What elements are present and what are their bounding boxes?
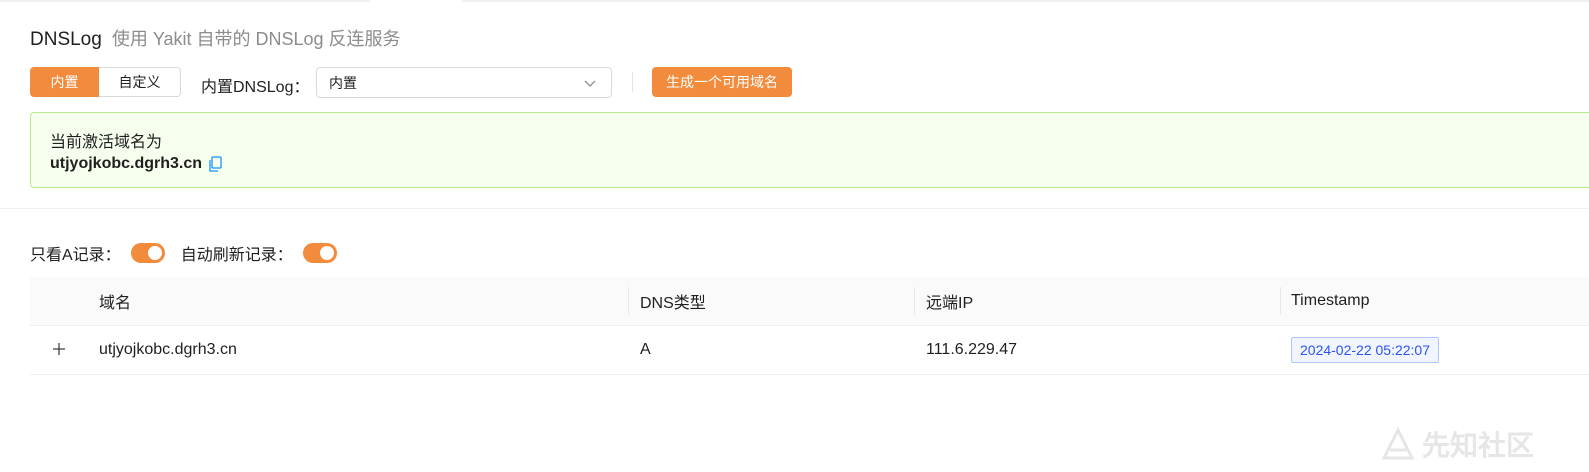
builtin-dnslog-select[interactable]: 内置 [316,67,612,98]
active-domain-row: utjyojkobc.dgrh3.cn [50,155,222,173]
mode-builtin-button[interactable]: 内置 [30,67,99,97]
row-domain: utjyojkobc.dgrh3.cn [99,341,237,358]
watermark: 先知社区 [1380,424,1534,464]
row-timestamp-cell: 2024-02-22 05:22:07 [1291,326,1439,374]
active-domain-alert: 当前激活域名为 utjyojkobc.dgrh3.cn [30,112,1589,188]
active-tab-indicator [370,0,462,2]
active-domain-value: utjyojkobc.dgrh3.cn [50,155,203,172]
page-header: DNSLog 使用 Yakit 自带的 DNSLog 反连服务 [30,25,401,51]
column-header-dns-type: DNS类型 [640,295,706,312]
auto-refresh-label: 自动刷新记录： [180,247,293,264]
column-header-domain: 域名 [99,295,132,312]
copy-icon[interactable] [208,155,222,173]
builtin-dnslog-select-value: 内置 [329,74,357,91]
column-separator [914,287,915,315]
table-header: 域名 DNS类型 远端IP Timestamp [30,277,1589,326]
watermark-logo-icon [1381,426,1415,460]
timestamp-tag: 2024-02-22 05:22:07 [1291,337,1439,363]
mode-custom-button[interactable]: 自定义 [99,67,181,97]
only-a-records-toggle[interactable] [130,243,165,263]
expand-plus-icon[interactable] [52,342,66,356]
column-separator [1280,287,1281,315]
generate-domain-button[interactable]: 生成一个可用域名 [652,67,792,97]
chevron-down-icon [584,80,596,87]
dnslog-mode-radio-group: 内置 自定义 [30,67,181,97]
toolbar-divider [632,72,633,92]
column-header-remote-ip: 远端IP [926,295,974,312]
watermark-text: 先知社区 [1422,430,1535,461]
auto-refresh-toggle[interactable] [302,243,337,263]
only-a-records-label: 只看A记录： [30,247,121,264]
record-filters: 只看A记录： 自动刷新记录： [30,241,353,265]
column-separator [628,287,629,315]
active-domain-label: 当前激活域名为 [50,134,163,151]
row-remote-ip: 111.6.229.47 [926,341,1018,358]
row-dns-type: A [640,341,651,358]
page-title: DNSLog [30,29,102,50]
builtin-dnslog-label: 内置DNSLog： [201,79,310,96]
page-subtitle: 使用 Yakit 自带的 DNSLog 反连服务 [111,29,401,49]
dnslog-records-table: 域名 DNS类型 远端IP Timestamp utjyojkobc.dgrh3… [30,277,1589,375]
section-divider [0,208,1589,209]
column-header-timestamp: Timestamp [1291,292,1370,309]
top-tab-strip [0,0,1589,2]
table-row[interactable]: utjyojkobc.dgrh3.cn A 111.6.229.47 2024-… [30,326,1589,375]
